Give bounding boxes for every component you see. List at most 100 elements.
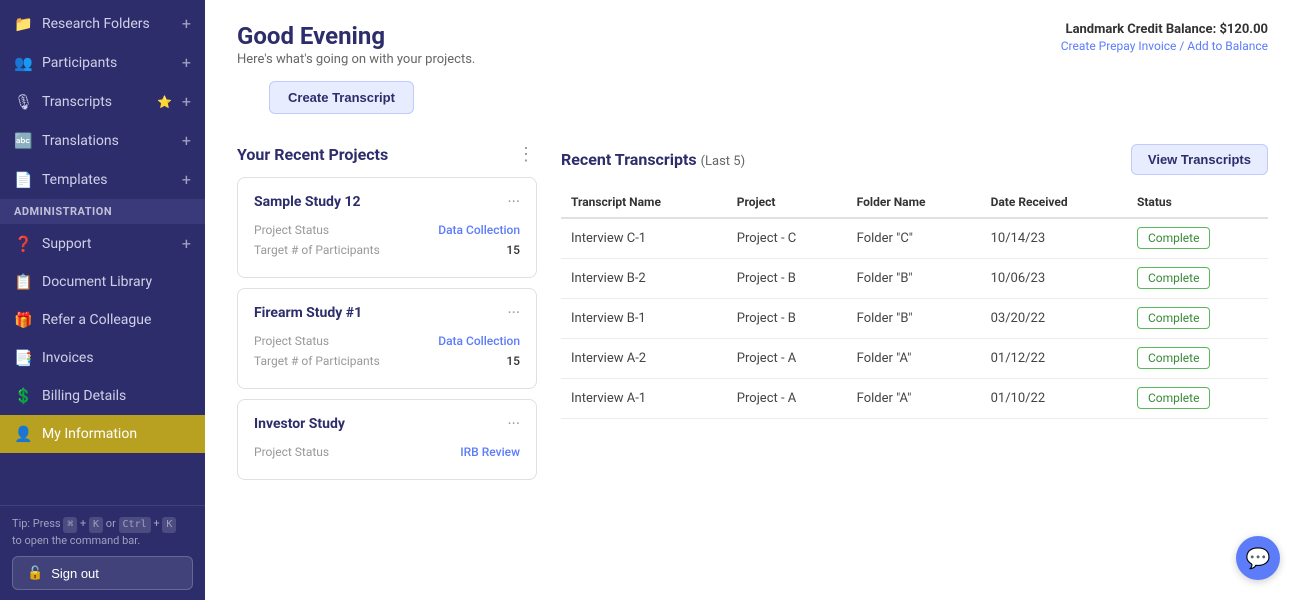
chat-button[interactable]: 💬 [1236,536,1280,580]
project-target-value: 15 [506,354,520,368]
status-badge: Complete [1137,267,1211,289]
credit-label: Landmark Credit Balance: [1066,22,1217,37]
create-transcript-button[interactable]: Create Transcript [269,81,414,114]
status-badge: Complete [1137,227,1211,249]
sign-out-label: Sign out [51,566,99,581]
gift-icon: 🎁 [14,311,32,329]
sidebar-item-participants[interactable]: 👥 Participants + [0,43,205,82]
col-date-received: Date Received [981,187,1127,218]
project-status-field: Project Status IRB Review [254,445,520,459]
sidebar-bottom: Tip: Press ⌘ + K or Ctrl + Kto open the … [0,505,205,600]
project-status-field: Project Status Data Collection [254,223,520,237]
projects-menu-dots[interactable]: ⋮ [517,144,537,165]
sidebar-item-document-library[interactable]: 📋 Document Library [0,263,205,301]
sidebar-item-refer-colleague[interactable]: 🎁 Refer a Colleague [0,301,205,339]
project-card[interactable]: Sample Study 12 ··· Project Status Data … [237,177,537,278]
main-content: Good Evening Here's what's going on with… [205,0,1300,600]
cell-date: 03/20/22 [981,299,1127,339]
sidebar-item-support[interactable]: ❓ Support + [0,224,205,263]
cell-project: Project - C [727,218,847,259]
project-card[interactable]: Investor Study ··· Project Status IRB Re… [237,399,537,480]
kbd-k1: K [89,517,103,533]
templates-icon: 📄 [14,171,32,189]
projects-panel: Your Recent Projects ⋮ Sample Study 12 ·… [237,144,537,584]
transcripts-count: (Last 5) [701,154,746,169]
cell-date: 10/14/23 [981,218,1127,259]
support-icon: ❓ [14,235,32,253]
participants-icon: 👥 [14,54,32,72]
credit-info: Landmark Credit Balance: $120.00 Create … [1061,22,1268,53]
plus-icon[interactable]: + [182,53,191,72]
project-menu-dots[interactable]: ··· [507,414,520,433]
cell-date: 10/06/23 [981,259,1127,299]
kbd-ctrl: Ctrl [119,517,151,533]
table-row: Interview B-1 Project - B Folder "B" 03/… [561,299,1268,339]
project-target-field: Target # of Participants 15 [254,354,520,368]
sidebar-item-billing-details[interactable]: 💲 Billing Details [0,377,205,415]
plus-icon[interactable]: + [182,14,191,33]
sidebar-item-label: Translations [42,133,172,149]
cell-folder: Folder "B" [847,299,981,339]
sidebar-item-translations[interactable]: 🔤 Translations + [0,121,205,160]
project-status-label: Project Status [254,334,329,348]
table-row: Interview A-2 Project - A Folder "A" 01/… [561,339,1268,379]
project-target-label: Target # of Participants [254,354,380,368]
star-icon: ⭐ [157,95,172,109]
sidebar-item-label: Participants [42,55,172,71]
cell-transcript-name: Interview A-1 [561,379,727,419]
greeting-subtitle: Here's what's going on with your project… [237,52,475,67]
plus-icon[interactable]: + [182,131,191,150]
cell-project: Project - B [727,299,847,339]
col-folder-name: Folder Name [847,187,981,218]
cell-date: 01/10/22 [981,379,1127,419]
credit-amount: $120.00 [1219,22,1268,37]
chat-icon: 💬 [1246,546,1271,570]
sidebar-item-invoices[interactable]: 📑 Invoices [0,339,205,377]
cell-folder: Folder "C" [847,218,981,259]
credit-link[interactable]: Create Prepay Invoice / Add to Balance [1061,39,1268,53]
col-transcript-name: Transcript Name [561,187,727,218]
plus-icon[interactable]: + [182,92,191,111]
project-status-field: Project Status Data Collection [254,334,520,348]
greeting-block: Good Evening Here's what's going on with… [237,22,475,67]
cell-date: 01/12/22 [981,339,1127,379]
translations-icon: 🔤 [14,132,32,150]
sidebar-item-research-folders[interactable]: 📁 Research Folders + [0,4,205,43]
sidebar-item-label: Billing Details [42,388,191,404]
table-row: Interview C-1 Project - C Folder "C" 10/… [561,218,1268,259]
project-status-label: Project Status [254,445,329,459]
cell-transcript-name: Interview B-2 [561,259,727,299]
cell-folder: Folder "A" [847,339,981,379]
project-card-header: Sample Study 12 ··· [254,192,520,211]
cell-project: Project - A [727,339,847,379]
project-status-value: Data Collection [438,223,520,237]
project-card[interactable]: Firearm Study #1 ··· Project Status Data… [237,288,537,389]
kbd-k2: K [162,517,176,533]
cell-folder: Folder "B" [847,259,981,299]
sign-out-icon: 🔓 [27,565,43,581]
cell-transcript-name: Interview A-2 [561,339,727,379]
transcripts-table: Transcript Name Project Folder Name Date… [561,187,1268,419]
cell-status: Complete [1127,379,1268,419]
view-transcripts-button[interactable]: View Transcripts [1131,144,1268,175]
projects-header: Your Recent Projects ⋮ [237,144,537,165]
sidebar-item-templates[interactable]: 📄 Templates + [0,160,205,199]
folder-icon: 📁 [14,15,32,33]
project-menu-dots[interactable]: ··· [507,303,520,322]
project-card-header: Firearm Study #1 ··· [254,303,520,322]
sidebar-item-my-information[interactable]: 👤 My Information [0,415,205,453]
project-status-label: Project Status [254,223,329,237]
project-name: Sample Study 12 [254,194,361,210]
projects-title: Your Recent Projects [237,145,388,164]
project-menu-dots[interactable]: ··· [507,192,520,211]
plus-icon[interactable]: + [182,170,191,189]
status-badge: Complete [1137,387,1211,409]
plus-icon[interactable]: + [182,234,191,253]
sidebar-item-transcripts[interactable]: 🎙 Transcripts ⭐ + [0,82,205,121]
cell-transcript-name: Interview C-1 [561,218,727,259]
sign-out-button[interactable]: 🔓 Sign out [12,556,193,590]
sidebar: 📁 Research Folders + 👥 Participants + 🎙 … [0,0,205,600]
sidebar-item-label: Templates [42,172,172,188]
transcripts-title: Recent Transcripts [561,150,697,169]
cell-status: Complete [1127,299,1268,339]
